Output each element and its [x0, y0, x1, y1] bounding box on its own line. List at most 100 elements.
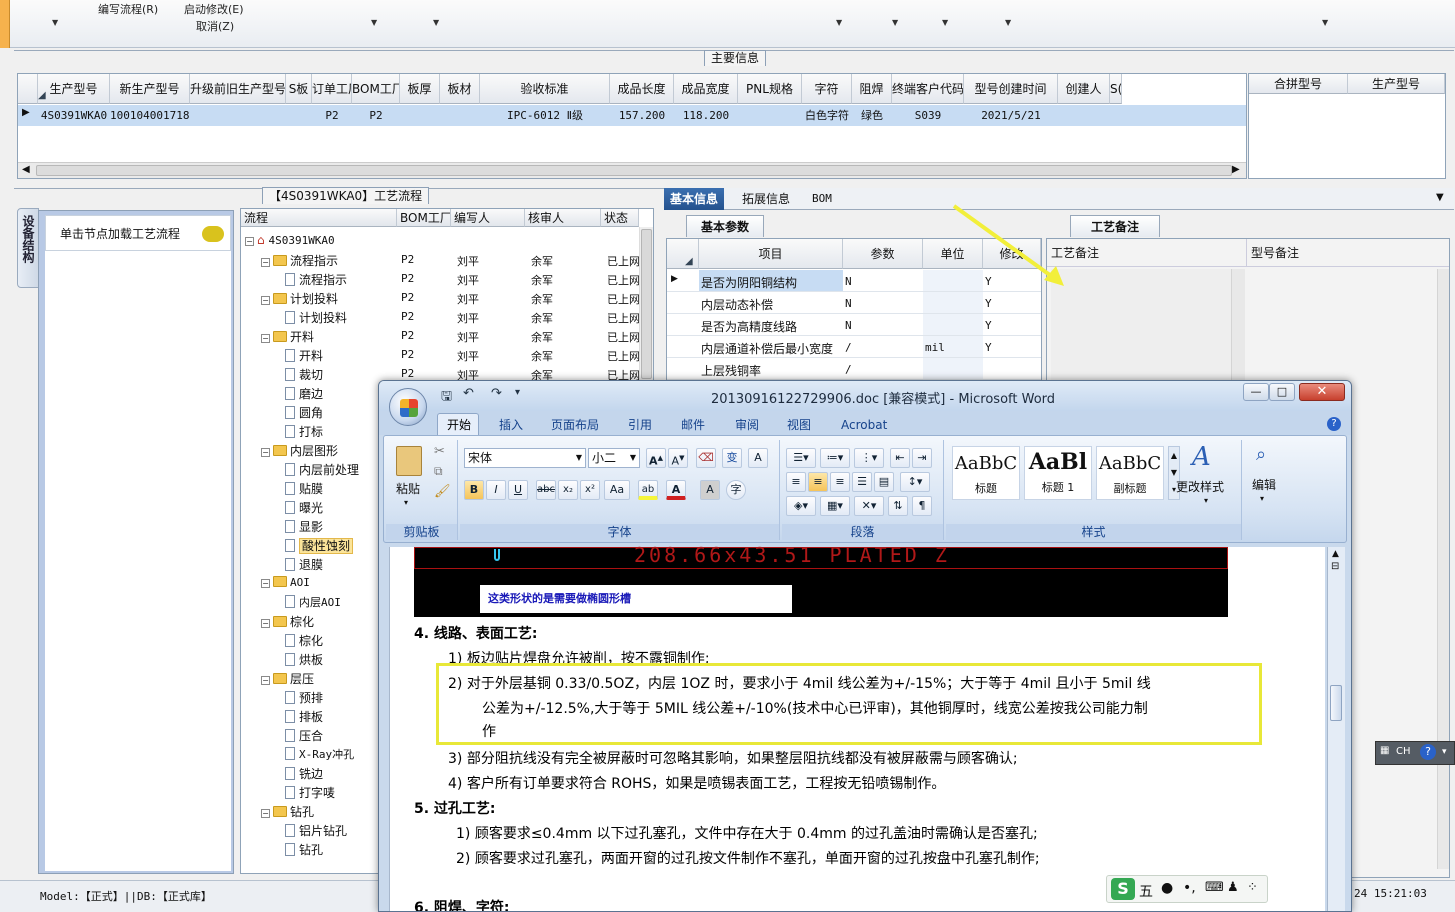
col-header-writer[interactable]: 编写人: [451, 209, 525, 227]
tab-page-layout[interactable]: 页面布局: [551, 415, 599, 435]
style-title[interactable]: AaBbC 标题: [952, 446, 1020, 500]
chevron-down-icon[interactable]: ▾: [1442, 747, 1447, 757]
sogou-mode[interactable]: 五: [1139, 881, 1153, 901]
param-mod[interactable]: Y: [985, 319, 992, 332]
numbering-icon[interactable]: ≔▾: [820, 448, 850, 468]
copy-icon[interactable]: ⧉: [434, 464, 443, 479]
cancel-menu[interactable]: 取消(Z): [196, 18, 234, 34]
table-cell[interactable]: [190, 105, 286, 126]
user-icon[interactable]: ♟: [1227, 880, 1239, 895]
collapse-icon[interactable]: −: [261, 619, 270, 628]
dropdown-arrow-icon[interactable]: ▼: [942, 18, 948, 27]
save-icon[interactable]: 🖫: [441, 387, 452, 409]
edit-label[interactable]: 编辑: [1252, 476, 1276, 493]
font-name-select[interactable]: 宋体 ▼: [464, 448, 586, 468]
col-header[interactable]: 升级前旧生产型号: [190, 74, 286, 104]
col-header[interactable]: BOM工厂: [352, 74, 400, 104]
table-cell[interactable]: 白色字符: [802, 105, 852, 126]
strikethrough-button[interactable]: abc: [536, 480, 556, 500]
minimize-button[interactable]: —: [1243, 383, 1269, 401]
toolbox-icon[interactable]: ⁘: [1247, 880, 1258, 895]
dropdown-arrow-icon[interactable]: ▼: [433, 18, 439, 27]
ruler-icon[interactable]: ⊟: [1331, 561, 1339, 572]
tree-node[interactable]: − 计划投料 P2 刘平 余军 已上网: [241, 288, 653, 307]
col-header[interactable]: 创建人: [1058, 74, 1110, 104]
table-cell[interactable]: 2021/5/21: [964, 105, 1058, 126]
tab-references[interactable]: 引用: [628, 415, 652, 435]
decrease-indent-icon[interactable]: ⇤: [890, 448, 910, 468]
char-shading-button[interactable]: A: [700, 480, 720, 500]
table-cell[interactable]: P2: [352, 105, 400, 126]
table-cell[interactable]: [440, 105, 480, 126]
sort-icon[interactable]: ⇅: [888, 496, 908, 516]
col-header-merge-model[interactable]: 合拼型号: [1249, 74, 1348, 94]
table-cell[interactable]: [286, 105, 312, 126]
horizontal-scrollbar[interactable]: ◀ ▶: [18, 162, 1246, 178]
collapse-icon[interactable]: −: [261, 334, 270, 343]
chevron-down-icon[interactable]: ▼: [1436, 192, 1444, 203]
col-header[interactable]: 板材: [440, 74, 480, 104]
tab-review[interactable]: 审阅: [735, 415, 759, 435]
paste-icon[interactable]: [396, 446, 422, 476]
underline-button[interactable]: U: [508, 480, 528, 500]
table-cell[interactable]: [400, 105, 440, 126]
tree-node[interactable]: 流程指示 P2 刘平 余军 已上网: [241, 269, 653, 288]
side-toggle[interactable]: [0, 0, 10, 48]
tab-home[interactable]: 开始: [447, 415, 471, 435]
shading-icon[interactable]: ◈▾: [786, 496, 816, 516]
phonetic-guide-button[interactable]: 变: [722, 448, 742, 468]
punctuation-icon[interactable]: •,: [1183, 880, 1196, 896]
superscript-button[interactable]: x²: [580, 480, 600, 500]
param-param[interactable]: N: [845, 319, 852, 332]
clear-format-button[interactable]: ⌫: [696, 448, 716, 468]
col-header-status[interactable]: 状态: [601, 209, 639, 227]
help-icon[interactable]: ?: [1327, 417, 1341, 431]
dropdown-arrow-icon[interactable]: ▼: [1005, 18, 1011, 27]
param-param[interactable]: N: [845, 297, 852, 310]
col-header[interactable]: 成品长度: [610, 74, 674, 104]
col-header[interactable]: 字符: [802, 74, 852, 104]
collapse-icon[interactable]: −: [245, 237, 254, 246]
tab-basic-info[interactable]: 基本信息: [664, 188, 725, 210]
close-button[interactable]: ✕: [1299, 383, 1345, 401]
table-cell[interactable]: 4S0391WKA0: [38, 105, 110, 126]
col-header-item[interactable]: 项目: [699, 239, 843, 269]
italic-button[interactable]: I: [486, 480, 506, 500]
tab-acrobat[interactable]: Acrobat: [841, 415, 887, 435]
col-header[interactable]: 生产型号: [38, 74, 110, 104]
style-heading-1[interactable]: AaBl 标题 1: [1024, 446, 1092, 500]
table-cell[interactable]: P2: [312, 105, 352, 126]
align-left-icon[interactable]: ≡: [786, 472, 806, 492]
table-cell[interactable]: [738, 105, 802, 126]
tab-insert[interactable]: 插入: [499, 415, 523, 435]
ime-bar[interactable]: ▦ CH ? ▾: [1375, 741, 1455, 765]
table-cell[interactable]: S039: [892, 105, 964, 126]
align-center-icon[interactable]: ≡: [808, 472, 828, 492]
tab-bom[interactable]: BOM: [806, 188, 838, 210]
param-unit[interactable]: mil: [925, 341, 945, 354]
align-right-icon[interactable]: ≡: [830, 472, 850, 492]
sogou-ime-bar[interactable]: S 五 ● •, ⌨ ♟ ⁘: [1106, 875, 1268, 903]
highlight-icon[interactable]: ab: [638, 480, 658, 500]
param-mod[interactable]: Y: [985, 297, 992, 310]
chevron-down-icon[interactable]: ▾: [1204, 496, 1208, 505]
col-header[interactable]: 验收标准: [480, 74, 610, 104]
vertical-scrollbar[interactable]: [1437, 269, 1449, 869]
undo-icon[interactable]: ↶: [463, 386, 474, 401]
chevron-down-icon[interactable]: ▾: [1260, 494, 1264, 503]
col-header-model[interactable]: 生产型号: [1348, 74, 1445, 94]
font-color-icon[interactable]: A: [666, 480, 686, 500]
table-cell[interactable]: 10010400171801: [110, 105, 190, 126]
quick-access-dropdown-icon[interactable]: ▾: [515, 387, 520, 398]
office-button[interactable]: [389, 388, 427, 426]
tree-root[interactable]: − ⌂ 4S0391WKA0: [241, 231, 653, 250]
start-modify-menu[interactable]: 启动修改(E): [184, 1, 244, 17]
style-subtitle[interactable]: AaBbC 副标题: [1096, 446, 1164, 500]
collapse-icon[interactable]: −: [261, 579, 270, 588]
collapse-icon[interactable]: −: [261, 809, 270, 818]
maximize-button[interactable]: □: [1269, 383, 1295, 401]
change-styles-label[interactable]: 更改样式: [1176, 478, 1224, 495]
scroll-thumb[interactable]: [36, 165, 1232, 176]
tree-node[interactable]: − 开料 P2 刘平 余军 已上网: [241, 326, 653, 345]
bold-button[interactable]: B: [464, 480, 484, 500]
